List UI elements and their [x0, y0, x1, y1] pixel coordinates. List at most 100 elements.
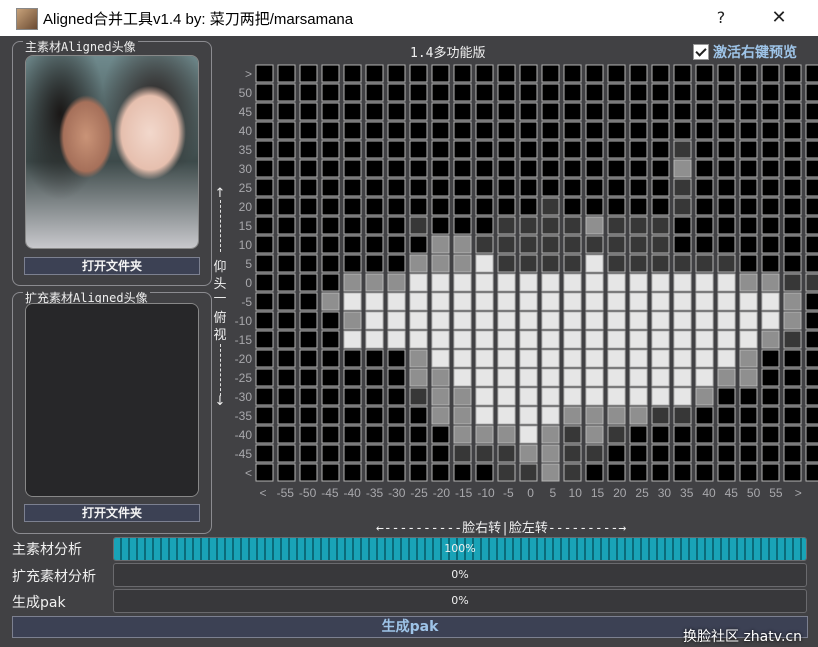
heatmap-cell[interactable] [695, 254, 714, 273]
heatmap-cell[interactable] [783, 102, 802, 121]
heatmap-cell[interactable] [585, 463, 604, 482]
heatmap-cell[interactable] [519, 159, 538, 178]
heatmap-cell[interactable] [717, 425, 736, 444]
heatmap-cell[interactable] [805, 387, 818, 406]
heatmap-cell[interactable] [739, 83, 758, 102]
heatmap-cell[interactable] [255, 140, 274, 159]
heatmap-cell[interactable] [717, 83, 736, 102]
heatmap-cell[interactable] [717, 406, 736, 425]
heatmap-cell[interactable] [783, 368, 802, 387]
heatmap-cell[interactable] [783, 349, 802, 368]
heatmap-cell[interactable] [431, 254, 450, 273]
heatmap-cell[interactable] [453, 178, 472, 197]
heatmap-cell[interactable] [277, 83, 296, 102]
heatmap-cell[interactable] [563, 311, 582, 330]
heatmap-cell[interactable] [497, 425, 516, 444]
heatmap-cell[interactable] [717, 330, 736, 349]
heatmap-cell[interactable] [761, 292, 780, 311]
heatmap-cell[interactable] [651, 178, 670, 197]
heatmap-cell[interactable] [453, 197, 472, 216]
heatmap-cell[interactable] [783, 273, 802, 292]
heatmap-cell[interactable] [475, 197, 494, 216]
heatmap-cell[interactable] [519, 140, 538, 159]
heatmap-cell[interactable] [277, 159, 296, 178]
heatmap-cell[interactable] [585, 102, 604, 121]
main-source-open-folder-button[interactable]: 打开文件夹 [24, 257, 200, 275]
heatmap-cell[interactable] [321, 463, 340, 482]
heatmap-cell[interactable] [365, 178, 384, 197]
heatmap-cell[interactable] [299, 349, 318, 368]
heatmap-cell[interactable] [563, 273, 582, 292]
heatmap-cell[interactable] [761, 178, 780, 197]
heatmap-cell[interactable] [409, 311, 428, 330]
heatmap-cell[interactable] [541, 425, 560, 444]
heatmap-cell[interactable] [585, 216, 604, 235]
heatmap-cell[interactable] [453, 292, 472, 311]
heatmap-cell[interactable] [321, 235, 340, 254]
heatmap-cell[interactable] [431, 330, 450, 349]
heatmap-cell[interactable] [673, 197, 692, 216]
heatmap-cell[interactable] [409, 349, 428, 368]
heatmap-cell[interactable] [761, 216, 780, 235]
heatmap-cell[interactable] [475, 463, 494, 482]
heatmap-cell[interactable] [651, 292, 670, 311]
heatmap-cell[interactable] [563, 425, 582, 444]
heatmap-cell[interactable] [695, 64, 714, 83]
heatmap-cell[interactable] [739, 387, 758, 406]
heatmap-cell[interactable] [651, 387, 670, 406]
heatmap-cell[interactable] [541, 311, 560, 330]
heatmap-cell[interactable] [519, 197, 538, 216]
heatmap-cell[interactable] [497, 444, 516, 463]
heatmap-cell[interactable] [805, 444, 818, 463]
heatmap-cell[interactable] [563, 64, 582, 83]
heatmap-cell[interactable] [761, 254, 780, 273]
heatmap-cell[interactable] [519, 235, 538, 254]
heatmap-cell[interactable] [651, 311, 670, 330]
heatmap-cell[interactable] [299, 235, 318, 254]
heatmap-cell[interactable] [783, 425, 802, 444]
heatmap-cell[interactable] [431, 368, 450, 387]
heatmap-cell[interactable] [673, 64, 692, 83]
heatmap-cell[interactable] [365, 197, 384, 216]
heatmap-cell[interactable] [563, 254, 582, 273]
heatmap-cell[interactable] [563, 140, 582, 159]
heatmap-cell[interactable] [629, 368, 648, 387]
heatmap-cell[interactable] [321, 254, 340, 273]
heatmap-cell[interactable] [299, 273, 318, 292]
heatmap-cell[interactable] [409, 368, 428, 387]
heatmap-cell[interactable] [409, 83, 428, 102]
heatmap-cell[interactable] [607, 254, 626, 273]
heatmap-cell[interactable] [475, 102, 494, 121]
heatmap-cell[interactable] [805, 425, 818, 444]
heatmap-cell[interactable] [365, 406, 384, 425]
heatmap-cell[interactable] [321, 444, 340, 463]
heatmap-cell[interactable] [651, 102, 670, 121]
heatmap-cell[interactable] [277, 463, 296, 482]
heatmap-cell[interactable] [629, 216, 648, 235]
heatmap-cell[interactable] [255, 425, 274, 444]
heatmap-cell[interactable] [673, 273, 692, 292]
heatmap-cell[interactable] [409, 425, 428, 444]
heatmap-cell[interactable] [453, 406, 472, 425]
heatmap-cell[interactable] [739, 140, 758, 159]
heatmap-cell[interactable] [277, 406, 296, 425]
heatmap-cell[interactable] [343, 444, 362, 463]
heatmap-cell[interactable] [409, 292, 428, 311]
heatmap-cell[interactable] [343, 102, 362, 121]
heatmap-cell[interactable] [475, 330, 494, 349]
heatmap-cell[interactable] [607, 235, 626, 254]
heatmap-cell[interactable] [343, 121, 362, 140]
heatmap-cell[interactable] [607, 197, 626, 216]
heatmap-cell[interactable] [695, 311, 714, 330]
heatmap-cell[interactable] [387, 444, 406, 463]
heatmap-cell[interactable] [277, 292, 296, 311]
heatmap-cell[interactable] [695, 178, 714, 197]
heatmap-cell[interactable] [805, 197, 818, 216]
heatmap-cell[interactable] [277, 311, 296, 330]
heatmap-cell[interactable] [409, 463, 428, 482]
heatmap-cell[interactable] [541, 349, 560, 368]
heatmap-cell[interactable] [651, 368, 670, 387]
heatmap-cell[interactable] [585, 292, 604, 311]
heatmap-cell[interactable] [255, 254, 274, 273]
heatmap-cell[interactable] [387, 64, 406, 83]
